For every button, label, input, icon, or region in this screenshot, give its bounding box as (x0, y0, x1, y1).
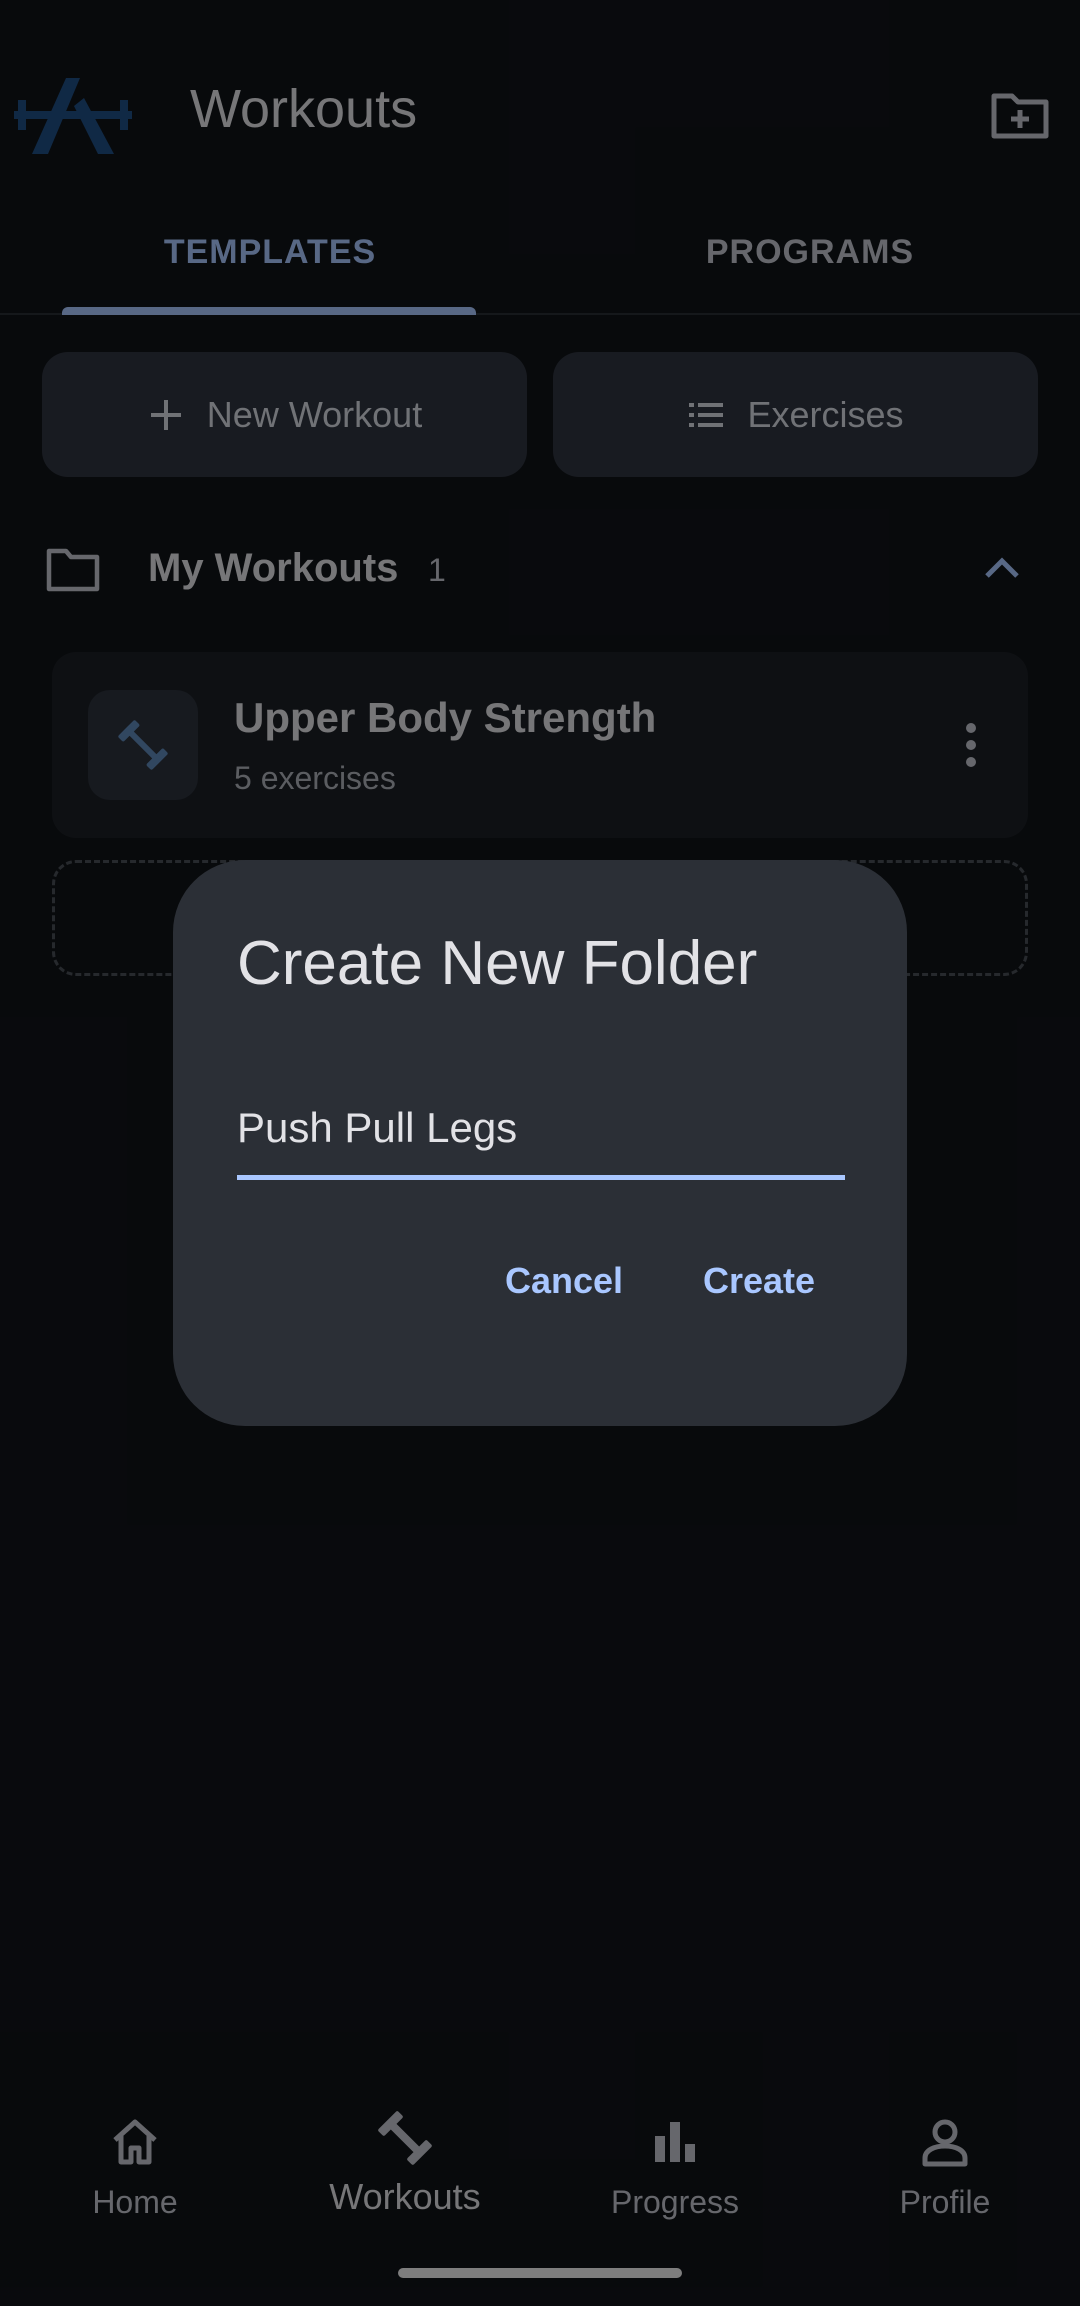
cancel-button[interactable]: Cancel (505, 1260, 623, 1302)
folder-name-input[interactable] (237, 1080, 845, 1180)
create-button[interactable]: Create (703, 1260, 815, 1302)
create-folder-dialog: Create New Folder Cancel Create (173, 860, 907, 1426)
dialog-title: Create New Folder (237, 929, 758, 998)
